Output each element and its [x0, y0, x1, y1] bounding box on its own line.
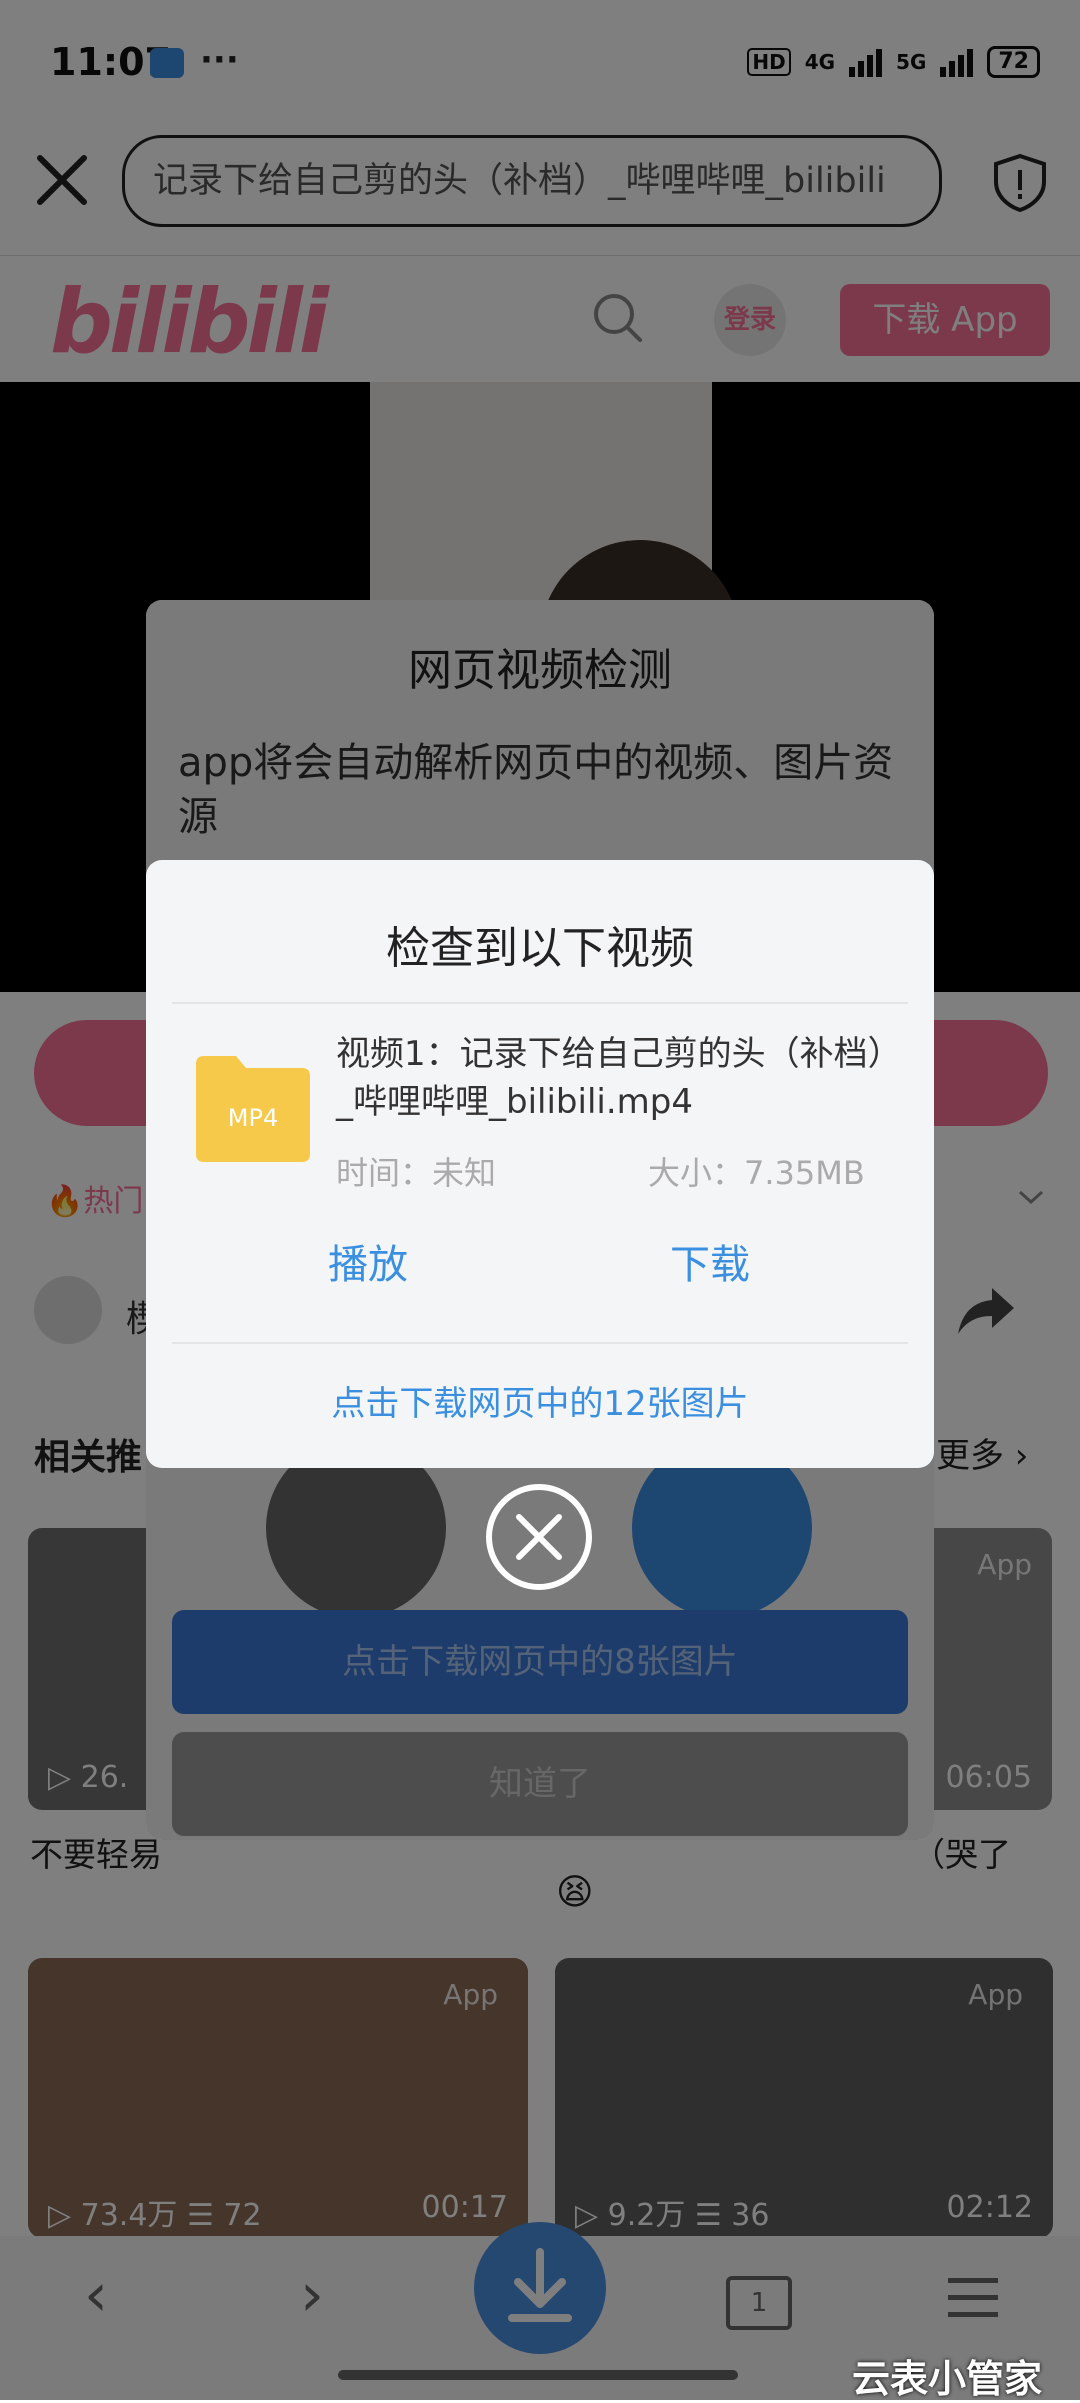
file-time: 时间：未知: [336, 1154, 497, 1192]
home-indicator[interactable]: [338, 2370, 738, 2380]
file-size: 大小：7.35MB: [648, 1154, 865, 1192]
mp4-folder-icon: MP4: [196, 1056, 310, 1162]
mp4-badge: MP4: [228, 1104, 278, 1132]
close-icon[interactable]: [484, 1482, 594, 1592]
play-button[interactable]: 播放: [328, 1232, 408, 1290]
watermark: 云表小管家: [852, 2357, 1043, 2401]
dialog-title: 检查到以下视频: [386, 923, 694, 974]
download-12-images-link[interactable]: 点击下载网页中的12张图片: [146, 1376, 934, 1425]
file-name: 视频1：记录下给自己剪的头（补档）_哔哩哔哩_bilibili.mp4: [336, 1034, 885, 1122]
download-button[interactable]: 下载: [670, 1232, 750, 1290]
divider: [172, 1342, 908, 1344]
divider: [172, 1002, 908, 1004]
